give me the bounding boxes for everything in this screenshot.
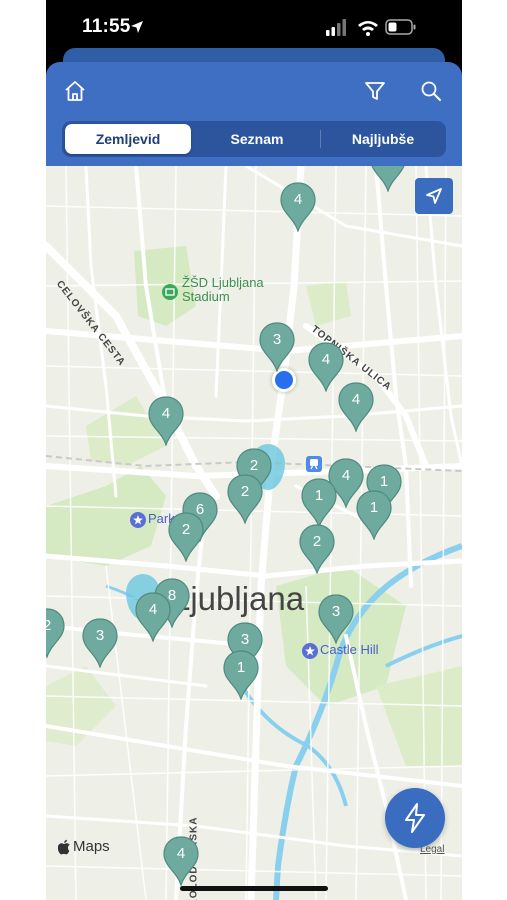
status-icons (326, 18, 436, 38)
map-view[interactable]: CELOVŠKA CESTA TOPNIŠKA ULICA KOLODVORSK… (46, 166, 462, 900)
phone-screen: 11:55 Zemljevid Seznam Najljubše CELOVŠK… (46, 0, 462, 900)
cellular-signal-icon (326, 19, 346, 36)
locate-me-button[interactable] (415, 178, 453, 214)
pin-count: 2 (181, 521, 191, 538)
train-station-icon (306, 456, 322, 472)
pin-count: 4 (148, 601, 158, 618)
location-arrow-icon (426, 188, 442, 204)
map-pin[interactable]: 2 (299, 524, 335, 574)
pin-count: 3 (272, 331, 282, 348)
map-pin[interactable] (370, 166, 406, 192)
pin-count: 1 (369, 499, 379, 516)
pin-count: 2 (249, 457, 259, 474)
star-icon (130, 512, 146, 528)
search-button[interactable] (416, 76, 446, 106)
home-icon (65, 81, 85, 101)
battery-icon (385, 19, 416, 35)
maps-attribution-label: Maps (73, 838, 110, 855)
star-icon (302, 643, 318, 659)
map-pin[interactable]: 4 (148, 396, 184, 446)
home-button[interactable] (60, 76, 90, 106)
tab-map[interactable]: Zemljevid (65, 124, 191, 154)
map-pin[interactable]: 1 (223, 650, 259, 700)
pin-count: 3 (331, 603, 341, 620)
pin-count: 2 (312, 533, 322, 550)
map-pin[interactable]: 2 (46, 608, 65, 658)
apple-logo-icon (58, 839, 70, 854)
view-segmented-control: Zemljevid Seznam Najljubše (62, 121, 446, 157)
map-pin[interactable]: 3 (82, 618, 118, 668)
map-pin[interactable]: 3 (259, 322, 295, 372)
stadium-icon (162, 284, 178, 300)
map-pin[interactable]: 4 (135, 592, 171, 642)
map-pin[interactable]: 2 (168, 512, 204, 562)
pin-count: 2 (240, 483, 250, 500)
pin-count: 3 (95, 627, 105, 644)
pin-count: 4 (176, 845, 186, 862)
filter-icon (365, 82, 385, 100)
search-icon (421, 81, 441, 101)
status-time: 11:55 (82, 16, 131, 37)
poi-castle-label: Castle Hill (320, 642, 379, 657)
tab-list[interactable]: Seznam (194, 121, 320, 157)
tab-favorites[interactable]: Najljubše (320, 121, 446, 157)
map-pin[interactable]: 4 (163, 836, 199, 886)
lightning-fab-button[interactable] (385, 788, 445, 848)
pin-count: 4 (161, 405, 171, 422)
lightning-icon (405, 803, 425, 833)
pin-count: 1 (236, 659, 246, 676)
pin-count: 3 (240, 631, 250, 648)
app-header: Zemljevid Seznam Najljubše (46, 62, 462, 166)
map-pin[interactable]: 3 (318, 594, 354, 644)
pin-count: 4 (321, 351, 331, 368)
wifi-icon (358, 21, 378, 36)
maps-attribution: Maps (58, 838, 110, 855)
pin-count: 2 (46, 617, 52, 634)
map-pin[interactable]: 2 (227, 474, 263, 524)
map-pin[interactable]: 1 (301, 478, 337, 528)
home-indicator (180, 886, 328, 891)
city-label: Ljubljana (172, 580, 305, 617)
location-arrow-icon (131, 21, 143, 33)
filter-button[interactable] (360, 76, 390, 106)
map-pin[interactable]: 1 (356, 490, 392, 540)
poi-stadium-label: ŽŠD Ljubljana Stadium (182, 275, 264, 304)
status-bar: 11:55 (46, 0, 462, 54)
map-pin[interactable]: 4 (338, 382, 374, 432)
pin-count: 1 (379, 473, 389, 490)
map-pin[interactable]: 4 (280, 182, 316, 232)
pin-count: 4 (293, 191, 303, 208)
pin-count: 4 (351, 391, 361, 408)
pin-count: 1 (314, 487, 324, 504)
